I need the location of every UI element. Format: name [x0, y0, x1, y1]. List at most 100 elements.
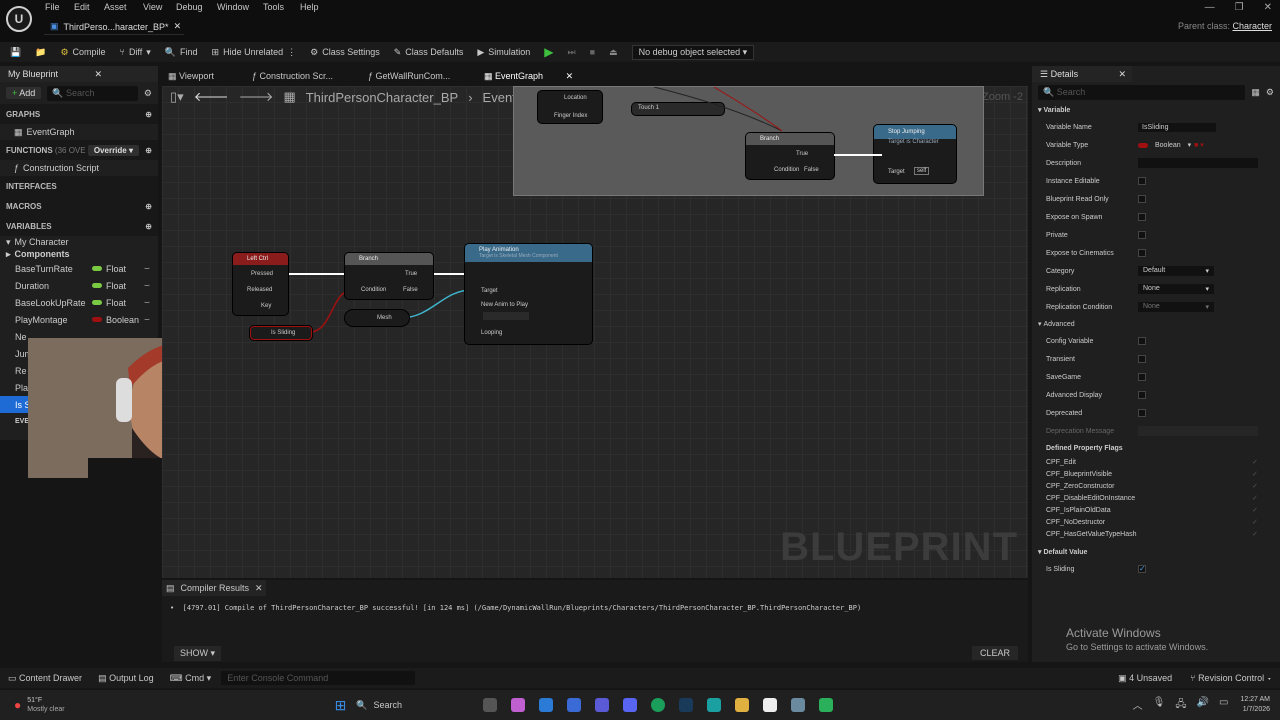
- default-value-section[interactable]: ▾ Default Value: [1032, 544, 1280, 560]
- tab-get-wall-run[interactable]: ƒ GetWallRunCom...: [368, 71, 460, 81]
- add-icon[interactable]: ⊕: [145, 110, 152, 119]
- console-input[interactable]: Enter Console Command: [221, 671, 416, 685]
- description-input[interactable]: [1138, 158, 1258, 168]
- weather-widget[interactable]: ● 51°F Mostly clear: [14, 696, 65, 714]
- deprecated-checkbox[interactable]: [1138, 409, 1146, 417]
- content-drawer-button[interactable]: ▭ Content Drawer: [8, 673, 82, 684]
- eject-icon[interactable]: ⏏: [609, 47, 618, 58]
- replication-select[interactable]: None ▾: [1138, 284, 1214, 294]
- edge-icon[interactable]: [651, 698, 666, 712]
- tab-event-graph[interactable]: ▦ EventGraph ✕: [484, 71, 584, 82]
- volume-icon[interactable]: 🔊: [1197, 697, 1209, 714]
- savegame-checkbox[interactable]: [1138, 373, 1146, 381]
- override-dropdown[interactable]: Override ▾: [87, 144, 139, 156]
- clock[interactable]: 12:27 AM 1/7/2026: [1240, 695, 1270, 715]
- gear-icon[interactable]: ⚙: [144, 88, 152, 99]
- microphone-icon[interactable]: 🎙: [1153, 697, 1166, 714]
- store-icon[interactable]: [539, 698, 554, 712]
- advanced-section[interactable]: ▾ Advanced: [1032, 316, 1280, 332]
- tab-viewport[interactable]: ▦ Viewport: [168, 71, 228, 82]
- compile-button[interactable]: ⚙ Compile: [60, 47, 105, 58]
- clear-button[interactable]: CLEAR: [971, 646, 1018, 660]
- unsaved-button[interactable]: ▣ 4 Unsaved: [1118, 673, 1172, 684]
- chevron-up-icon[interactable]: ︿: [1133, 697, 1143, 714]
- target-pin[interactable]: Target: [481, 288, 498, 294]
- eye-icon[interactable]: ⌣: [144, 314, 150, 325]
- left-ctrl-node[interactable]: Left Ctrl Pressed Released Key: [233, 253, 288, 315]
- browse-icon[interactable]: 📁: [35, 47, 46, 58]
- construction-script-item[interactable]: ƒ Construction Script: [0, 160, 158, 176]
- app-icon[interactable]: [707, 698, 722, 712]
- battery-icon[interactable]: ▭: [1219, 697, 1228, 714]
- show-button[interactable]: SHOW ▾: [174, 646, 222, 661]
- eye-icon[interactable]: ⌣: [144, 280, 150, 291]
- event-graph-item[interactable]: ▦ EventGraph: [0, 124, 158, 140]
- file-explorer-icon[interactable]: [483, 698, 498, 712]
- save-icon[interactable]: 💾: [10, 47, 21, 58]
- pressed-pin[interactable]: Pressed: [251, 271, 273, 277]
- taskbar-search[interactable]: 🔍 Search: [356, 700, 476, 711]
- compiler-results-tab[interactable]: ▤ Compiler Results ✕: [162, 580, 266, 596]
- network-icon[interactable]: 🖧: [1175, 697, 1186, 714]
- cmd-dropdown[interactable]: ⌨ Cmd ▾: [170, 673, 212, 684]
- simulation-button[interactable]: ▶ Simulation: [477, 47, 530, 58]
- container-type-icon[interactable]: ■ ▾: [1194, 141, 1204, 149]
- expose-cinematics-checkbox[interactable]: [1138, 249, 1146, 257]
- add-icon[interactable]: ⊕: [145, 222, 152, 231]
- eye-icon[interactable]: ⌣: [144, 297, 150, 308]
- menu-tools[interactable]: Tools: [263, 2, 284, 12]
- gear-icon[interactable]: ⚙: [1266, 87, 1274, 98]
- variable-section[interactable]: ▾ Variable: [1032, 102, 1280, 118]
- close-icon[interactable]: ✕: [174, 21, 182, 32]
- output-log-button[interactable]: ▤ Output Log: [98, 673, 154, 684]
- parent-class-link[interactable]: Character: [1232, 21, 1272, 31]
- instance-editable-checkbox[interactable]: [1138, 177, 1146, 185]
- replication-condition-select[interactable]: None ▾: [1138, 302, 1214, 312]
- settings-icon[interactable]: [791, 698, 806, 712]
- is-sliding-default-checkbox[interactable]: ✓: [1138, 565, 1146, 573]
- category-components[interactable]: ▸ Components: [0, 248, 158, 260]
- false-pin[interactable]: False: [403, 287, 418, 293]
- private-checkbox[interactable]: [1138, 231, 1146, 239]
- hide-unrelated-button[interactable]: ⊞ Hide Unrelated ⋮: [212, 47, 297, 58]
- table-view-icon[interactable]: ▦: [1251, 87, 1260, 98]
- class-settings-button[interactable]: ⚙ Class Settings: [310, 47, 380, 58]
- config-variable-checkbox[interactable]: [1138, 337, 1146, 345]
- copilot-icon[interactable]: [511, 698, 526, 712]
- play-animation-node[interactable]: Play Animation Target is Skeletal Mesh Co…: [465, 244, 592, 344]
- variable-type-select[interactable]: Boolean ▾ ■ ▾: [1138, 141, 1204, 149]
- class-defaults-button[interactable]: ✎ Class Defaults: [394, 47, 464, 58]
- close-window-icon[interactable]: ✕: [1264, 2, 1272, 13]
- tab-construction-script[interactable]: ƒ Construction Scr...: [252, 71, 344, 81]
- windows-start-icon[interactable]: ⊞: [335, 697, 347, 714]
- add-icon[interactable]: ⊕: [145, 146, 152, 155]
- close-icon[interactable]: ✕: [94, 69, 102, 80]
- variable-row[interactable]: PlayMontage Boolean ⌣: [0, 311, 158, 328]
- unreal-taskbar-icon[interactable]: [763, 698, 778, 712]
- add-icon[interactable]: ⊕: [145, 202, 152, 211]
- recording-icon[interactable]: [819, 698, 834, 712]
- diff-button[interactable]: ⑂ Diff ▾: [120, 47, 151, 58]
- category-select[interactable]: Default ▾: [1138, 266, 1214, 276]
- true-pin[interactable]: True: [405, 271, 417, 277]
- released-pin[interactable]: Released: [247, 287, 272, 293]
- folder-icon[interactable]: [735, 698, 750, 712]
- section-interfaces[interactable]: INTERFACES: [0, 176, 158, 196]
- deprecation-message-input[interactable]: [1138, 426, 1258, 436]
- condition-pin[interactable]: Condition: [361, 287, 386, 293]
- anim-asset-dropdown[interactable]: [483, 312, 529, 320]
- section-variables[interactable]: VARIABLES ⊕: [0, 216, 158, 236]
- minimize-icon[interactable]: —: [1205, 2, 1215, 13]
- steam-icon[interactable]: [679, 698, 694, 712]
- close-icon[interactable]: ✕: [1118, 69, 1126, 80]
- expose-spawn-checkbox[interactable]: [1138, 213, 1146, 221]
- add-button[interactable]: + Add: [6, 87, 42, 99]
- section-macros[interactable]: MACROS ⊕: [0, 196, 158, 216]
- menu-help[interactable]: Help: [300, 2, 319, 12]
- variable-row[interactable]: BaseTurnRate Float ⌣: [0, 260, 158, 277]
- teams-icon[interactable]: [595, 698, 610, 712]
- section-graphs[interactable]: GRAPHS ⊕: [0, 104, 158, 124]
- menu-file[interactable]: File: [45, 2, 60, 12]
- menu-asset[interactable]: Asset: [104, 2, 127, 12]
- variable-row[interactable]: BaseLookUpRate Float ⌣: [0, 294, 158, 311]
